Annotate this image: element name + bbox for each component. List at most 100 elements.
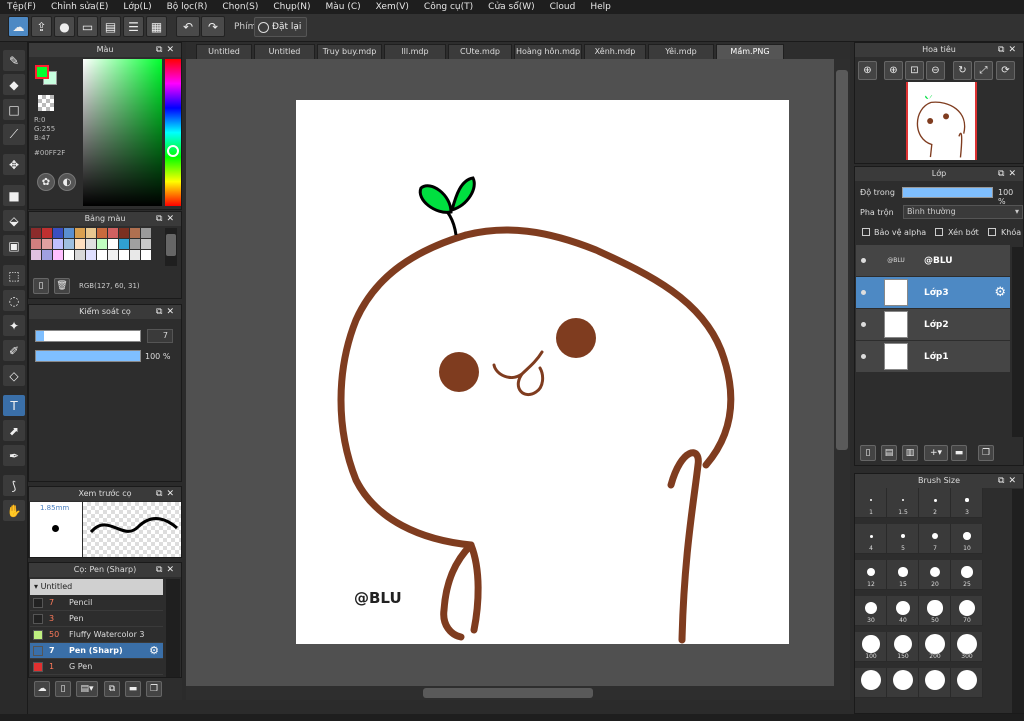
palette-swatch[interactable] xyxy=(130,239,140,249)
palette-swatch[interactable] xyxy=(75,228,85,238)
palette-swatch[interactable] xyxy=(64,239,74,249)
redo-icon[interactable]: ↷ xyxy=(201,16,225,37)
canvas-horizontal-thumb[interactable] xyxy=(423,688,593,698)
menu-item[interactable]: Chọn(S) xyxy=(222,2,258,12)
protect-alpha-checkbox[interactable] xyxy=(862,228,870,236)
palette-swatch[interactable] xyxy=(97,228,107,238)
document-tab[interactable]: Xênh.mdp xyxy=(584,44,646,59)
brush-size-option[interactable]: 3 xyxy=(951,488,983,518)
palette-swatch[interactable] xyxy=(119,250,129,260)
palette-swatch[interactable] xyxy=(141,250,151,260)
document-tab[interactable]: Truy buy.mdp xyxy=(317,44,382,59)
merge-layer-icon[interactable]: ▥ xyxy=(902,445,918,461)
menu-item[interactable]: Chụp(N) xyxy=(273,2,310,12)
line-tool-icon[interactable]: ⟋ xyxy=(3,124,25,145)
palette-scroll-thumb[interactable] xyxy=(166,234,176,256)
brush-item[interactable]: 3 Pen xyxy=(30,611,163,627)
delete-swatch-icon[interactable]: 🗑 xyxy=(54,278,70,294)
brush-size-option[interactable]: 5 xyxy=(887,524,919,554)
layer-row-layer1[interactable]: Lớp1 xyxy=(856,341,1010,373)
document-tab[interactable]: Mầm.PNG xyxy=(716,44,784,59)
magic-wand-tool-icon[interactable]: ✦ xyxy=(3,315,25,336)
lasso-tool-icon[interactable]: ◌ xyxy=(3,290,25,311)
menu-item[interactable]: Cloud xyxy=(550,2,576,12)
menu-item[interactable]: Cửa sổ(W) xyxy=(488,2,534,12)
brush-size-option[interactable]: 150 xyxy=(887,632,919,662)
document-icon[interactable]: ▤ xyxy=(100,16,121,37)
document-tab[interactable]: CUte.mdp xyxy=(448,44,512,59)
palette-swatch[interactable] xyxy=(75,239,85,249)
layer-visibility-icon[interactable] xyxy=(861,290,866,295)
new-brush-icon[interactable]: ▯ xyxy=(55,681,71,697)
gradient-tool-icon[interactable]: ▣ xyxy=(3,235,25,256)
layer-visibility-icon[interactable] xyxy=(861,354,866,359)
gear-icon[interactable]: ⚙ xyxy=(149,644,159,657)
layer-row-layer2[interactable]: Lớp2 xyxy=(856,309,1010,341)
new-swatch-icon[interactable]: ▯ xyxy=(33,278,49,294)
brush-size-option[interactable]: 300 xyxy=(951,632,983,662)
brush-size-option[interactable]: 50 xyxy=(919,596,951,626)
palette-swatch[interactable] xyxy=(53,239,63,249)
brush-list-scrollbar[interactable] xyxy=(166,579,180,677)
folder-icon[interactable]: ▬ xyxy=(125,681,141,697)
brush-opacity-slider[interactable] xyxy=(35,350,141,362)
palette-swatch[interactable] xyxy=(42,228,52,238)
menu-item[interactable]: Lớp(L) xyxy=(123,2,151,12)
menu-item[interactable]: Công cụ(T) xyxy=(424,2,473,12)
layer-visibility-icon[interactable] xyxy=(861,258,866,263)
rectangle-tool-icon[interactable]: □ xyxy=(3,99,25,120)
brush-size-option[interactable] xyxy=(887,668,919,698)
palette-swatch[interactable] xyxy=(141,239,151,249)
blend-mode-select[interactable]: Bình thường ▾ xyxy=(903,205,1023,219)
hue-slider[interactable] xyxy=(165,59,181,206)
brush-size-value[interactable]: 7 xyxy=(147,329,173,343)
select-eraser-tool-icon[interactable]: ◇ xyxy=(3,365,25,386)
cloud-brush-icon[interactable]: ☁ xyxy=(34,681,50,697)
transform-tool-icon[interactable]: ⬈ xyxy=(3,420,25,441)
brush-size-option[interactable]: 200 xyxy=(919,632,951,662)
palette-swatch[interactable] xyxy=(97,250,107,260)
new-layer-icon[interactable]: ▯ xyxy=(860,445,876,461)
brush-item[interactable]: 1 G Pen xyxy=(30,659,163,675)
fit-window-icon[interactable]: ⊡ xyxy=(905,61,924,80)
hue-knob[interactable] xyxy=(167,145,179,157)
navigator-preview[interactable] xyxy=(906,82,977,160)
clipping-checkbox[interactable] xyxy=(935,228,943,236)
move-tool-icon[interactable]: ✥ xyxy=(3,154,25,175)
document-tab[interactable]: Yêi.mdp xyxy=(648,44,714,59)
layer-opacity-slider[interactable] xyxy=(902,187,993,198)
palette-swatch[interactable] xyxy=(42,250,52,260)
cloud-icon[interactable]: ☁ xyxy=(8,16,29,37)
fill-rect-tool-icon[interactable]: ■ xyxy=(3,185,25,206)
brush-size-option[interactable]: 2 xyxy=(919,488,951,518)
palette-swatch[interactable] xyxy=(130,228,140,238)
palette-swatch[interactable] xyxy=(86,239,96,249)
color-picker-icon[interactable]: ◐ xyxy=(58,173,76,191)
brush-size-option[interactable]: 70 xyxy=(951,596,983,626)
duplicate-icon[interactable]: ❐ xyxy=(146,681,162,697)
palette-swatch[interactable] xyxy=(97,239,107,249)
document-tab[interactable]: Hoàng hôn.mdp xyxy=(514,44,582,59)
palette-swatch[interactable] xyxy=(31,250,41,260)
brush-size-option[interactable]: 40 xyxy=(887,596,919,626)
brush-item[interactable]: 7 Pencil xyxy=(30,595,163,611)
copy-layer-icon[interactable]: ▤ xyxy=(881,445,897,461)
grid-icon[interactable]: ▦ xyxy=(146,16,167,37)
menu-item[interactable]: Chỉnh sửa(E) xyxy=(51,2,108,12)
brush-tool-icon[interactable]: ✎ xyxy=(3,50,25,71)
zoom-in-icon[interactable]: ⊕ xyxy=(858,61,877,80)
brush-size-slider[interactable] xyxy=(35,330,141,342)
saturation-value-picker[interactable] xyxy=(83,59,162,206)
rotate-icon[interactable]: ↻ xyxy=(953,61,972,80)
select-pen-tool-icon[interactable]: ✐ xyxy=(3,340,25,361)
document-tab[interactable]: lll.mdp xyxy=(384,44,446,59)
bucket-tool-icon[interactable]: ⬙ xyxy=(3,210,25,231)
fullscreen-icon[interactable]: ⤢ xyxy=(974,61,993,80)
palette-swatch[interactable] xyxy=(86,228,96,238)
brush-size-option[interactable]: 1.5 xyxy=(887,488,919,518)
document-tab[interactable]: Untitled xyxy=(196,44,252,59)
duplicate-layer-icon[interactable]: ❐ xyxy=(978,445,994,461)
hand-tool-icon[interactable]: ✋ xyxy=(3,500,25,521)
layer-folder-icon[interactable]: ▬ xyxy=(951,445,967,461)
palette-swatch[interactable] xyxy=(64,228,74,238)
